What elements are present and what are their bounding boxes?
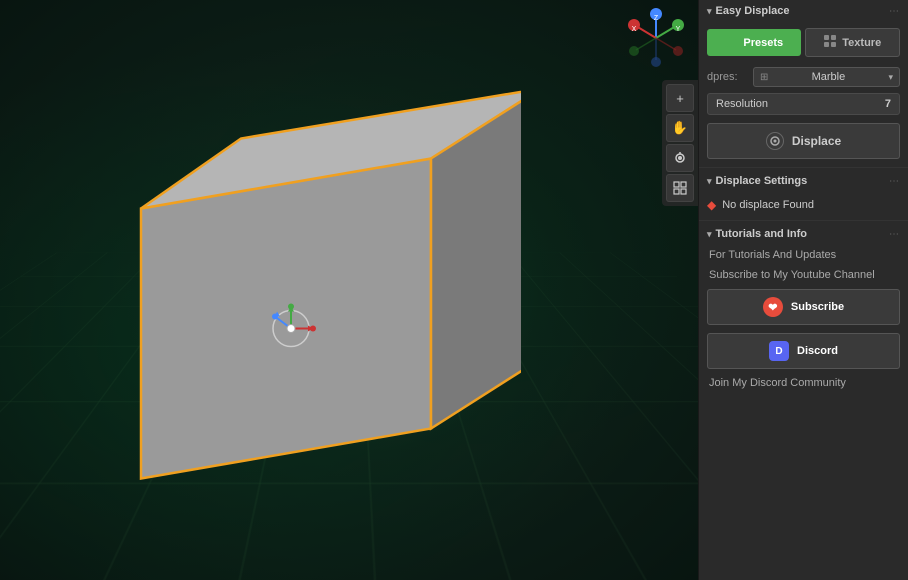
tab-row: Presets Texture [699,22,908,63]
discord-button-label: Discord [797,345,838,357]
for-tutorials-text: For Tutorials And Updates [699,245,908,265]
side-panel: ▾ Easy Displace ⋯ Presets [698,0,908,580]
resolution-row[interactable]: Resolution 7 [707,93,900,115]
svg-text:Y: Y [676,26,681,33]
dropdown-icon: ⊞ [760,72,768,83]
displace-settings-chevron: ▾ [707,176,712,187]
easy-displace-dots: ⋯ [889,6,900,17]
divider-1 [699,167,908,168]
discord-logo-icon: D [769,341,789,361]
dropdown-chevron: ▾ [888,72,893,83]
svg-text:X: X [632,26,637,33]
easy-displace-section-header[interactable]: ▾ Easy Displace ⋯ [699,0,908,22]
presets-tab[interactable]: Presets [707,29,801,56]
heart-icon: ❤ [763,297,783,317]
dropdown-row: dpres: ⊞ Marble ▾ [699,63,908,91]
displace-button-icon [766,132,784,150]
cube-3d [61,59,521,522]
resolution-label: Resolution [716,98,768,110]
displace-settings-header[interactable]: ▾ Displace Settings ⋯ [699,170,908,192]
tutorials-dots: ⋯ [889,229,900,240]
subscribe-button-label: Subscribe [791,301,844,313]
tutorials-title-group: ▾ Tutorials and Info [707,228,807,240]
texture-icon [823,34,837,51]
tutorials-section-header[interactable]: ▾ Tutorials and Info ⋯ [699,223,908,245]
tutorials-chevron: ▾ [707,229,712,240]
viewport-3d[interactable]: Z Y X [0,0,698,580]
grid-toolbar-button[interactable] [666,174,694,202]
divider-2 [699,220,908,221]
viewport-toolbar: + ✋ [662,80,698,206]
camera-toolbar-button[interactable] [666,144,694,172]
displace-settings-title: Displace Settings [716,175,808,187]
displace-settings-title-group: ▾ Displace Settings [707,175,807,187]
subscribe-button[interactable]: ❤ Subscribe [707,289,900,325]
axes-widget: Z Y X [626,8,686,68]
easy-displace-title: Easy Displace [716,5,790,17]
no-displace-text: No displace Found [722,199,814,211]
move-toolbar-button[interactable]: ✋ [666,114,694,142]
subscribe-text: Subscribe to My Youtube Channel [699,265,908,285]
resolution-value: 7 [885,98,891,110]
tutorials-title: Tutorials and Info [716,228,807,240]
discord-button[interactable]: D Discord [707,333,900,369]
presets-icon [724,34,738,51]
presets-tab-label: Presets [743,37,783,49]
no-displace-row: ◆ No displace Found [699,192,908,218]
easy-displace-chevron: ▾ [707,6,712,17]
displace-settings-dots: ⋯ [889,176,900,187]
displace-button[interactable]: Displace [707,123,900,159]
add-toolbar-button[interactable]: + [666,84,694,112]
dropdown-label: dpres: [707,71,747,83]
displace-button-label: Displace [792,134,841,148]
join-discord-text: Join My Discord Community [699,373,908,397]
texture-tab-label: Texture [842,37,881,49]
svg-text:Z: Z [654,15,659,22]
easy-displace-title-group: ▾ Easy Displace [707,5,790,17]
dropdown-value: Marble [812,71,846,83]
texture-tab[interactable]: Texture [805,28,901,57]
marble-dropdown[interactable]: ⊞ Marble ▾ [753,67,900,87]
diamond-icon: ◆ [707,198,716,212]
